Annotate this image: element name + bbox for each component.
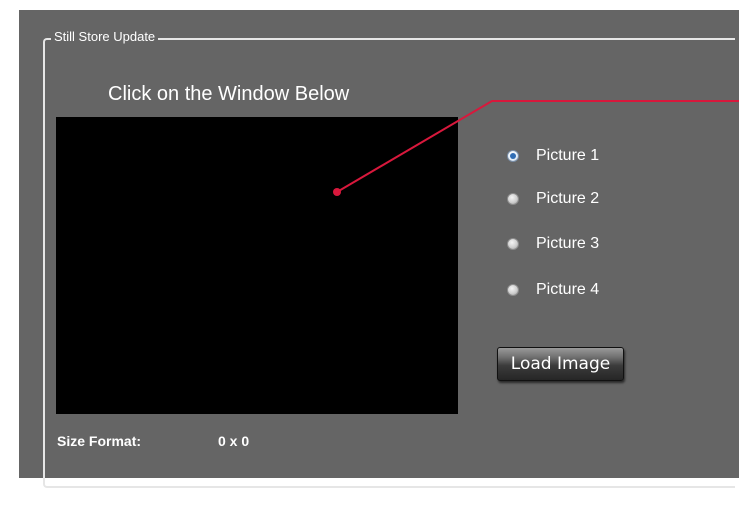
groupbox-title: Still Store Update bbox=[51, 29, 159, 45]
radio-label: Picture 2 bbox=[536, 190, 600, 207]
radio-label: Picture 3 bbox=[536, 235, 600, 252]
radio-picture-4[interactable]: Picture 4 bbox=[507, 279, 599, 301]
size-format-value: 0 x 0 bbox=[218, 433, 250, 449]
radio-picture-1[interactable]: Picture 1 bbox=[507, 145, 599, 167]
radio-picture-3[interactable]: Picture 3 bbox=[507, 233, 599, 255]
radio-button-icon[interactable] bbox=[507, 284, 519, 296]
size-format-label: Size Format: bbox=[57, 433, 142, 449]
preview-instruction: Click on the Window Below bbox=[108, 83, 350, 105]
radio-button-icon[interactable] bbox=[507, 150, 519, 162]
radio-label: Picture 1 bbox=[536, 147, 600, 164]
image-preview-window[interactable] bbox=[56, 117, 458, 414]
load-image-button[interactable]: Load Image bbox=[497, 347, 624, 381]
radio-picture-2[interactable]: Picture 2 bbox=[507, 188, 599, 210]
radio-button-icon[interactable] bbox=[507, 193, 519, 205]
radio-label: Picture 4 bbox=[536, 281, 600, 298]
radio-button-icon[interactable] bbox=[507, 238, 519, 250]
